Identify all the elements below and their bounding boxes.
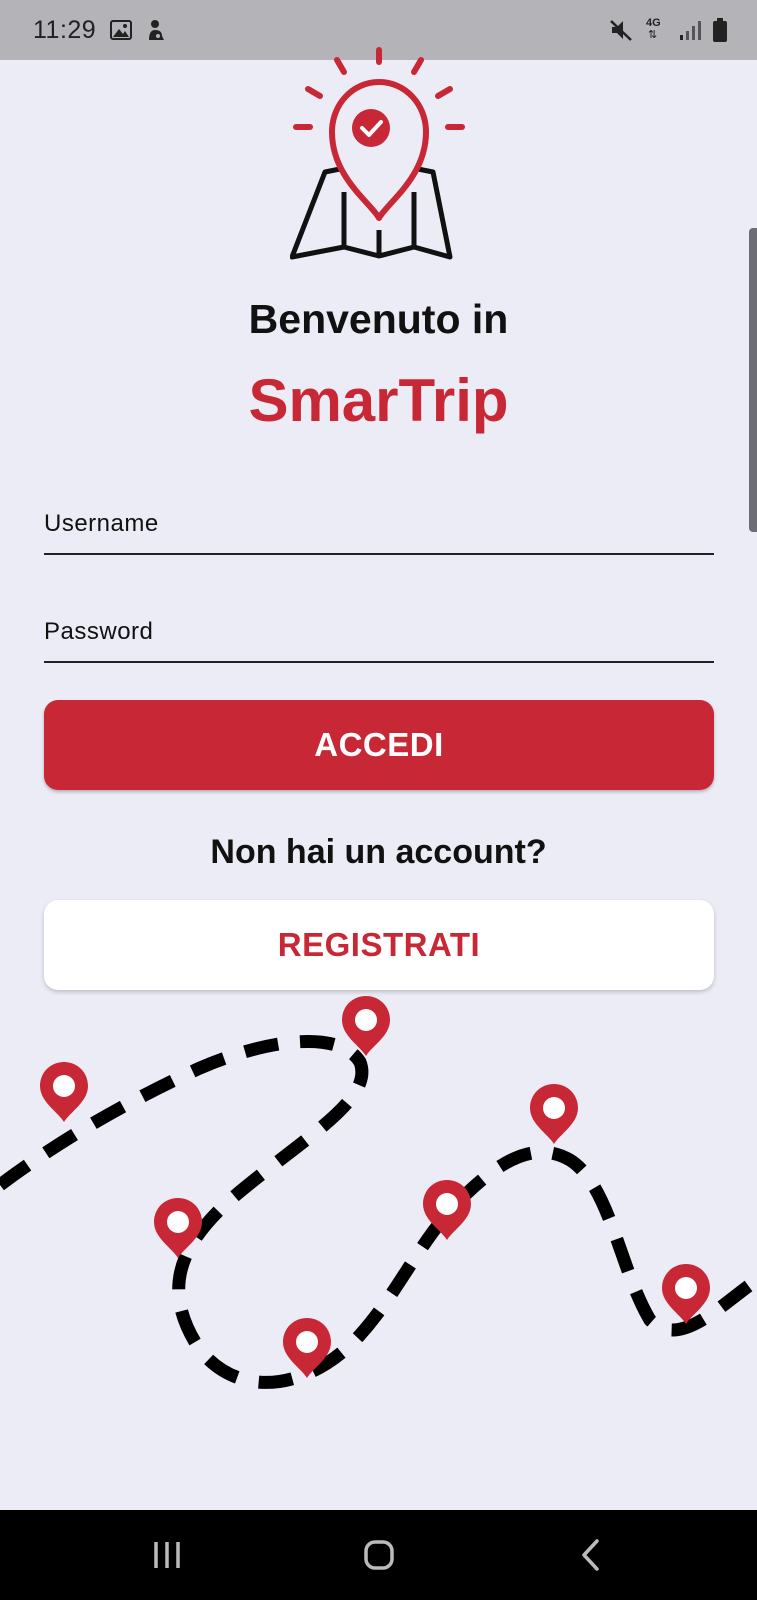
navigation-bar [0, 1510, 757, 1600]
map-pin-icon [662, 1264, 710, 1324]
password-input[interactable] [44, 603, 714, 661]
back-icon[interactable] [569, 1532, 615, 1578]
login-button[interactable]: ACCEDI [44, 700, 714, 790]
battery-icon [713, 18, 727, 42]
signal-icon [680, 21, 701, 40]
no-account-text: Non hai un account? [210, 833, 547, 871]
username-field [44, 495, 714, 555]
notification-icon [149, 20, 165, 40]
network-arrows: ⇅ [648, 29, 658, 41]
status-right: 4G ⇅ [609, 17, 727, 43]
register-button[interactable]: REGISTRATI [44, 900, 714, 990]
home-icon[interactable] [356, 1532, 402, 1578]
map-pin-icon [530, 1084, 578, 1144]
status-time: 11:29 [33, 15, 97, 44]
status-left: 11:29 [33, 16, 166, 45]
password-field [44, 603, 714, 663]
smartrip-logo-icon [290, 47, 465, 260]
username-input[interactable] [44, 495, 714, 553]
recent-apps-icon[interactable] [144, 1532, 190, 1578]
map-pin-icon [40, 1062, 88, 1122]
map-pin-icon [342, 996, 390, 1056]
network-icon: 4G ⇅ [645, 17, 667, 43]
welcome-heading: Benvenuto in [248, 296, 509, 342]
mute-icon [610, 20, 632, 41]
image-icon [110, 20, 133, 40]
map-pin-icon [154, 1198, 202, 1258]
brand-title: SmarTrip [248, 367, 509, 434]
route-illustration [0, 996, 757, 1389]
